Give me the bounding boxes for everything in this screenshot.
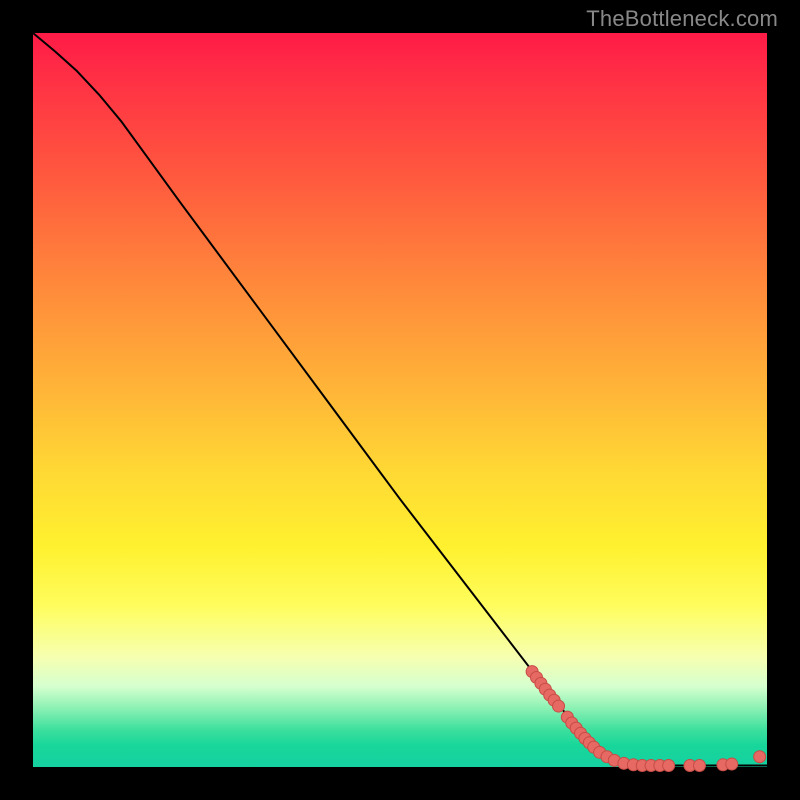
- data-markers: [526, 666, 766, 772]
- chart-stage: TheBottleneck.com: [0, 0, 800, 800]
- watermark-text: TheBottleneck.com: [586, 6, 778, 32]
- chart-overlay: [33, 33, 767, 767]
- curve-line: [33, 33, 767, 766]
